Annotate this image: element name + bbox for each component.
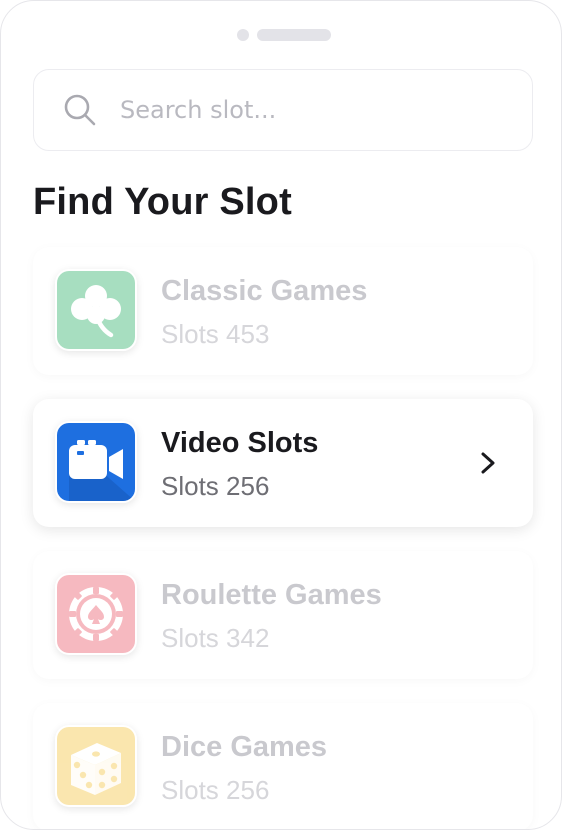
category-card-roulette-games[interactable]: Roulette Games Slots 342 (33, 551, 533, 679)
category-thumbnail (55, 725, 137, 807)
search-input[interactable] (120, 90, 510, 130)
category-name: Dice Games (161, 731, 328, 763)
category-count: Slots 453 (161, 319, 270, 349)
category-name: Roulette Games (161, 579, 382, 611)
category-count: Slots 256 (161, 775, 270, 805)
search-box[interactable] (33, 69, 533, 151)
category-card-classic-games[interactable]: Classic Games Slots 453 (33, 247, 533, 375)
category-card-dice-games[interactable]: Dice Games Slots 256 (33, 703, 533, 829)
dice-icon (57, 727, 135, 805)
video-camera-icon (57, 423, 135, 501)
category-card-video-slots[interactable]: Video Slots Slots 256 (33, 399, 533, 527)
category-count: Slots 342 (161, 623, 270, 653)
category-thumbnail (55, 573, 137, 655)
notch-camera (237, 29, 249, 41)
category-name: Video Slots (161, 427, 319, 459)
clover-icon (57, 271, 135, 349)
category-count: Slots 256 (161, 471, 270, 501)
chevron-right-icon[interactable] (477, 449, 499, 477)
search-icon (64, 94, 96, 126)
notch-speaker (257, 29, 331, 41)
phone-frame: Find Your Slot Classic Games Slots 453 (0, 0, 562, 830)
category-name: Classic Games (161, 275, 368, 307)
page-title: Find Your Slot (33, 181, 292, 223)
category-thumbnail (55, 421, 137, 503)
category-thumbnail (55, 269, 137, 351)
phone-notch (237, 29, 331, 41)
casino-chip-icon (57, 575, 135, 653)
